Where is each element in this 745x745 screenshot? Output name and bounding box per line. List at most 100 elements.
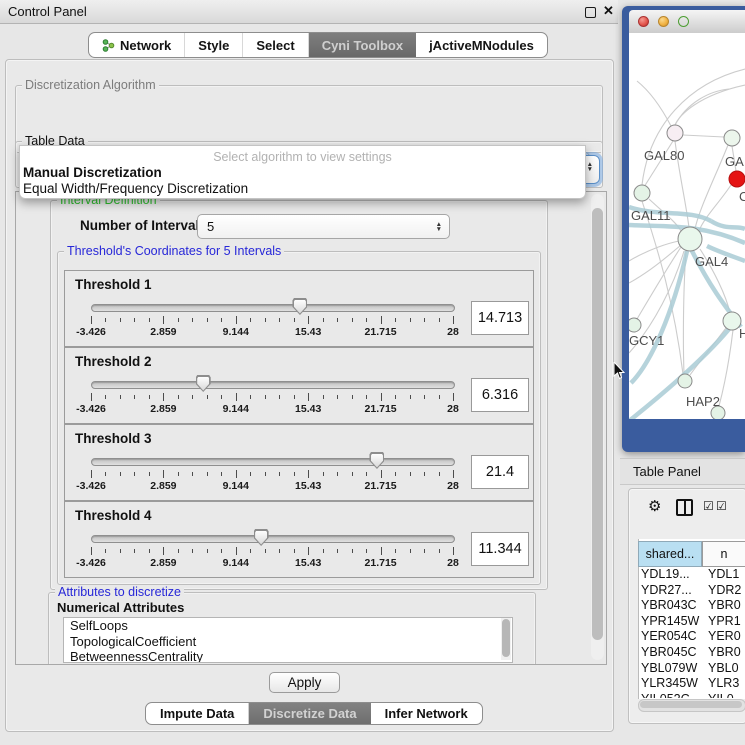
threshold-value-field[interactable]: 21.4 bbox=[471, 455, 529, 489]
group-title: Discretization Algorithm bbox=[22, 78, 159, 92]
node-gcy1[interactable] bbox=[629, 318, 641, 332]
split-columns-icon[interactable] bbox=[676, 499, 693, 516]
tab-label: jActiveMNodules bbox=[429, 38, 534, 53]
top-tab-bar: Network Style SelectCyni Toolbox jActiveMNo… bbox=[88, 32, 548, 58]
node-gal4[interactable] bbox=[678, 227, 702, 251]
table-row[interactable]: YBR043CYBR0 bbox=[638, 598, 745, 614]
bottom-tab-impute-data[interactable]: Impute Data bbox=[146, 703, 249, 724]
cell-name: YDL1 bbox=[703, 567, 739, 583]
node-gal80[interactable] bbox=[667, 125, 683, 141]
threshold-value-field[interactable]: 6.316 bbox=[471, 378, 529, 412]
attribute-item-selfloops[interactable]: SelfLoops bbox=[64, 618, 512, 634]
attributes-group: Attributes to discretize Numerical Attri… bbox=[48, 592, 536, 665]
network-canvas[interactable]: GAL80GACGAL11GAL4GCY1HHAP2 bbox=[629, 33, 745, 419]
network-window-titlebar bbox=[629, 10, 745, 34]
slider-thumb[interactable] bbox=[254, 529, 269, 546]
panel-title: Control Panel bbox=[8, 4, 87, 19]
table-row[interactable]: YBR045CYBR0 bbox=[638, 645, 745, 661]
settings-scrollbar[interactable] bbox=[591, 194, 604, 660]
slider-thumb[interactable] bbox=[196, 375, 211, 392]
bottom-tab-discretize-data[interactable]: Discretize Data bbox=[249, 703, 370, 724]
slider-thumb[interactable] bbox=[369, 452, 384, 469]
threshold-value-field[interactable]: 14.713 bbox=[471, 301, 529, 335]
slider-tick-labels: -3.4262.8599.14415.4321.71528 bbox=[91, 557, 453, 569]
close-traffic-light-icon[interactable] bbox=[638, 16, 649, 27]
cell-name: YBR0 bbox=[703, 645, 741, 661]
column-header-name[interactable]: n bbox=[702, 541, 745, 567]
slider-tick-labels: -3.4262.8599.14415.4321.71528 bbox=[91, 480, 453, 492]
list-scrollbar[interactable] bbox=[501, 618, 511, 660]
algorithm-option-equal-width-frequency-discretization[interactable]: Equal Width/Frequency Discretization bbox=[23, 181, 248, 196]
tab-select[interactable]: Select bbox=[243, 33, 308, 57]
table-row[interactable]: YDR27...YDR2 bbox=[638, 583, 745, 599]
combo-value: 5 bbox=[207, 219, 214, 234]
settings-scroll-area: Interval Definition Number of Intervals … bbox=[15, 191, 607, 665]
group-title: Threshold's Coordinates for 5 Intervals bbox=[64, 244, 284, 258]
threshold-label: Threshold 4 bbox=[75, 508, 152, 523]
cell-shared-name: YLR345W bbox=[638, 676, 703, 692]
float-window-icon[interactable] bbox=[585, 7, 596, 18]
table-row[interactable]: YIL052CYIL0 bbox=[638, 692, 745, 698]
popup-hint: Select algorithm to view settings bbox=[20, 150, 585, 164]
tab-label: Network bbox=[120, 38, 171, 53]
tab-network[interactable]: Network bbox=[89, 33, 185, 57]
algorithm-option-manual-discretization[interactable]: Manual Discretization bbox=[23, 165, 162, 180]
zoom-traffic-light-icon[interactable] bbox=[678, 16, 689, 27]
cell-name: YBR0 bbox=[703, 598, 741, 614]
checkbox-icon[interactable]: ☑ bbox=[703, 499, 714, 513]
node-ga[interactable] bbox=[724, 130, 740, 146]
numerical-attributes-label: Numerical Attributes bbox=[57, 600, 184, 615]
node-gal11[interactable] bbox=[634, 185, 650, 201]
network-icon bbox=[102, 39, 115, 52]
node-label-gal11: GAL11 bbox=[631, 208, 671, 223]
combo-arrows-icon: ▲▼ bbox=[436, 222, 442, 232]
table-row[interactable]: YBL079WYBL0 bbox=[638, 661, 745, 677]
numerical-attributes-list[interactable]: SelfLoopsTopologicalCoefficientBetweenne… bbox=[63, 617, 513, 663]
threshold-panel-4: Threshold 4 -3.4262.8599.14415.4321.71528… bbox=[64, 501, 534, 578]
slider-tick-labels: -3.4262.8599.14415.4321.71528 bbox=[91, 326, 453, 338]
attribute-item-betweennesscentrality[interactable]: BetweennessCentrality bbox=[64, 649, 512, 663]
table-row[interactable]: YLR345WYLR3 bbox=[638, 676, 745, 692]
threshold-panel-3: Threshold 3 -3.4262.8599.14415.4321.71528… bbox=[64, 424, 534, 501]
tab-jactivemnodules[interactable]: jActiveMNodules bbox=[416, 33, 547, 57]
table-panel-titlebar: Table Panel bbox=[620, 458, 745, 485]
cell-shared-name: YBR043C bbox=[638, 598, 703, 614]
checkbox-icon[interactable]: ☑ bbox=[716, 499, 727, 513]
table-row[interactable]: YDL19...YDL1 bbox=[638, 567, 745, 583]
cyni-toolbox-panel: Discretization Algorithm ▲▼ Select algor… bbox=[5, 59, 614, 732]
tab-label: Style bbox=[198, 38, 229, 53]
attribute-item-topologicalcoefficient[interactable]: TopologicalCoefficient bbox=[64, 634, 512, 650]
node-label-ga: GA bbox=[725, 154, 744, 169]
threshold-value-field[interactable]: 11.344 bbox=[471, 532, 529, 566]
slider-track[interactable] bbox=[91, 304, 455, 312]
cell-shared-name: YER054C bbox=[638, 629, 703, 645]
slider-thumb[interactable] bbox=[292, 298, 307, 315]
node-red[interactable] bbox=[729, 171, 745, 187]
cell-shared-name: YDR27... bbox=[638, 583, 703, 599]
close-icon[interactable]: ✕ bbox=[603, 3, 614, 19]
apply-button[interactable]: Apply bbox=[269, 672, 340, 693]
gear-icon[interactable]: ⚙ bbox=[648, 497, 661, 515]
cell-shared-name: YPR145W bbox=[638, 614, 703, 630]
table-row[interactable]: YPR145WYPR1 bbox=[638, 614, 745, 630]
bottom-tab-infer-network[interactable]: Infer Network bbox=[371, 703, 482, 724]
threshold-label: Threshold 3 bbox=[75, 431, 152, 446]
network-view-window: GAL80GACGAL11GAL4GCY1HHAP2 bbox=[622, 6, 745, 452]
column-header-shared[interactable]: shared... bbox=[638, 541, 702, 567]
tab-style[interactable]: Style bbox=[185, 33, 243, 57]
tab-cyni-toolbox[interactable]: Cyni Toolbox bbox=[309, 33, 416, 57]
minimize-traffic-light-icon[interactable] bbox=[658, 16, 669, 27]
cell-name: YIL0 bbox=[703, 692, 734, 698]
slider-track[interactable] bbox=[91, 458, 455, 466]
cell-name: YER0 bbox=[703, 629, 741, 645]
table-row[interactable]: YER054CYER0 bbox=[638, 629, 745, 645]
slider-track[interactable] bbox=[91, 535, 455, 543]
node-label-gal80: GAL80 bbox=[644, 148, 684, 163]
horizontal-scrollbar[interactable] bbox=[638, 699, 745, 712]
node-hap2[interactable] bbox=[678, 374, 692, 388]
group-title: Attributes to discretize bbox=[55, 585, 184, 599]
number-of-intervals-combo[interactable]: 5 ▲▼ bbox=[197, 214, 450, 239]
cell-name: YLR3 bbox=[703, 676, 739, 692]
cell-shared-name: YBR045C bbox=[638, 645, 703, 661]
slider-track[interactable] bbox=[91, 381, 455, 389]
